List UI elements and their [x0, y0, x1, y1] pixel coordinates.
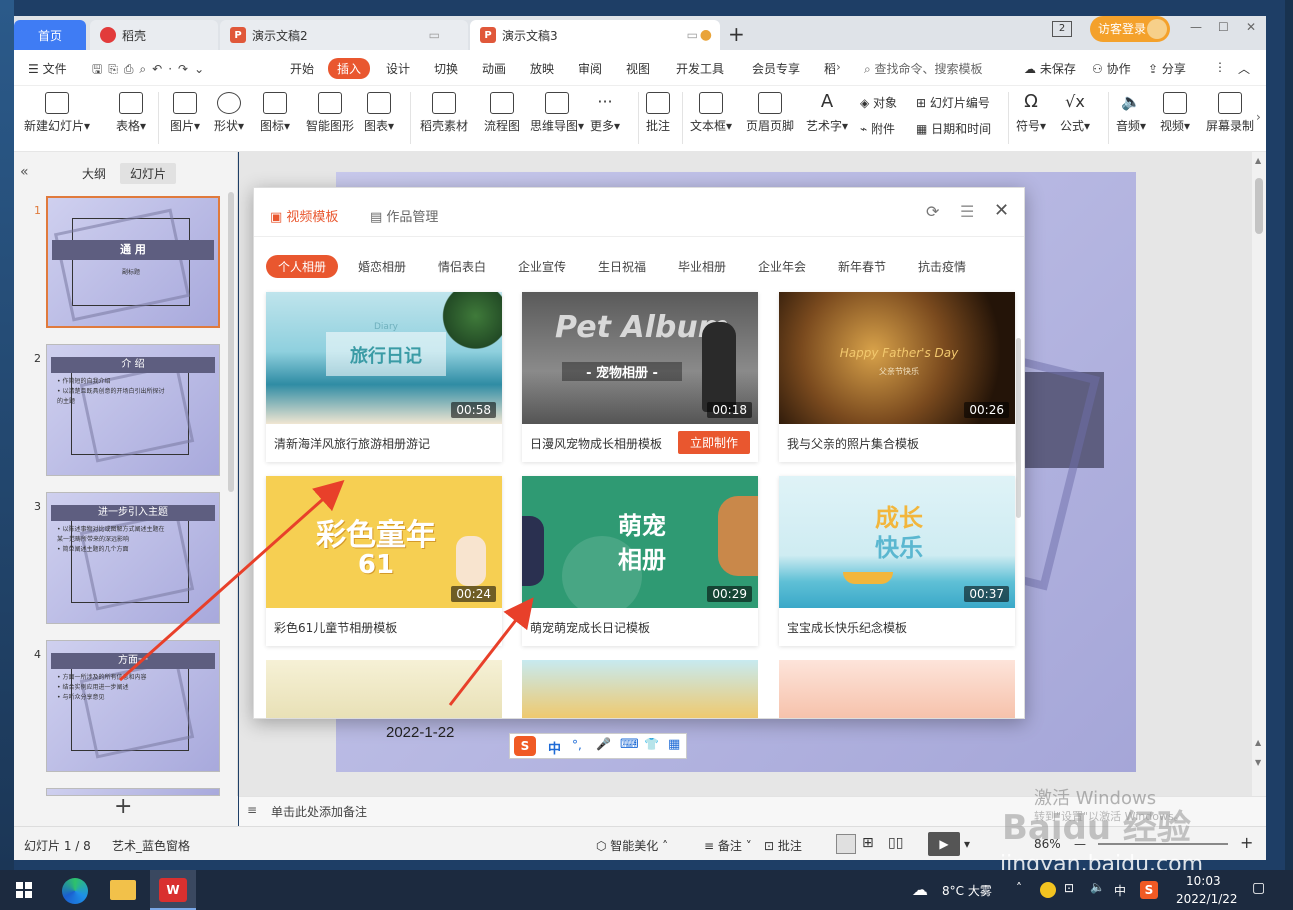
slideshow-options-icon[interactable]: ▾	[964, 837, 970, 851]
comment-toggle-label: 批注	[777, 839, 802, 853]
clock-date[interactable]: 2022/1/22	[1176, 892, 1238, 906]
normal-view-icon[interactable]	[836, 834, 856, 854]
mic-icon[interactable]: 🎤	[596, 737, 611, 751]
sogou-logo-icon[interactable]: S	[514, 736, 536, 756]
volume-icon[interactable]: 🔈	[1090, 880, 1105, 894]
sorter-view-icon[interactable]: ⊞	[862, 835, 874, 851]
notes-placeholder: 单击此处添加备注	[271, 805, 368, 819]
windows-taskbar: W ☁ 8°C 大雾 ˄ ⊡ 🔈 中 S 10:03 2022/1/22 ▢	[0, 870, 1293, 910]
annotation-arrows	[119, 480, 534, 706]
cube-icon: ⬡	[596, 839, 611, 853]
reading-view-icon[interactable]: ▯▯	[888, 835, 903, 851]
beautify-label: 智能美化	[610, 839, 659, 853]
theme-name[interactable]: 艺术_蓝色窗格	[112, 837, 190, 854]
edge-icon[interactable]	[62, 878, 88, 904]
play-slideshow-button[interactable]: ▶	[928, 832, 960, 856]
weather-text[interactable]: 8°C 大雾	[942, 882, 992, 899]
keyboard-icon[interactable]: ⌨	[620, 737, 639, 752]
windows-logo-icon	[16, 882, 23, 889]
wps-taskbar-button[interactable]: W	[150, 870, 196, 910]
notes-icon: ≡	[704, 839, 718, 853]
notes-toggle-label: 备注	[717, 839, 742, 853]
clock-time[interactable]: 10:03	[1186, 874, 1221, 888]
ime-lang-toggle[interactable]: 中	[548, 738, 561, 757]
notes-toggle-button[interactable]: ≡ 备注 ˅	[704, 837, 752, 854]
ime-toolbar[interactable]: S 中 °, 🎤 ⌨ 👕 ▦	[509, 733, 687, 759]
notes-icon: ≡	[247, 803, 258, 817]
annotation-arrow-1	[119, 480, 345, 682]
slide-counter: 幻灯片 1 / 8	[24, 839, 91, 853]
tray-app-icon[interactable]	[1040, 882, 1056, 898]
toolbox-icon[interactable]: ▦	[668, 737, 680, 752]
punctuation-icon[interactable]: °,	[572, 738, 582, 752]
network-icon[interactable]: ⊡	[1064, 881, 1074, 895]
annotation-arrow-2	[448, 597, 534, 706]
comment-icon: ⊡	[764, 839, 778, 853]
baidu-jingyan-watermark: Baidu 经验	[1002, 808, 1191, 848]
file-explorer-icon[interactable]	[110, 880, 136, 900]
comment-toggle-button[interactable]: ⊡ 批注	[764, 837, 802, 854]
weather-icon: ☁	[912, 880, 928, 899]
zoom-in-icon[interactable]: +	[1240, 833, 1253, 852]
ime-indicator[interactable]: 中	[1114, 882, 1126, 899]
notification-icon[interactable]: ▢	[1252, 880, 1265, 896]
tray-expand-icon[interactable]: ˄	[1016, 881, 1022, 895]
beautify-button[interactable]: ⬡ 智能美化 ˄	[596, 837, 668, 854]
skin-icon[interactable]: 👕	[644, 737, 659, 751]
wps-logo-icon: W	[159, 878, 187, 902]
sogou-tray-icon[interactable]: S	[1140, 881, 1158, 899]
start-button[interactable]	[16, 882, 32, 898]
